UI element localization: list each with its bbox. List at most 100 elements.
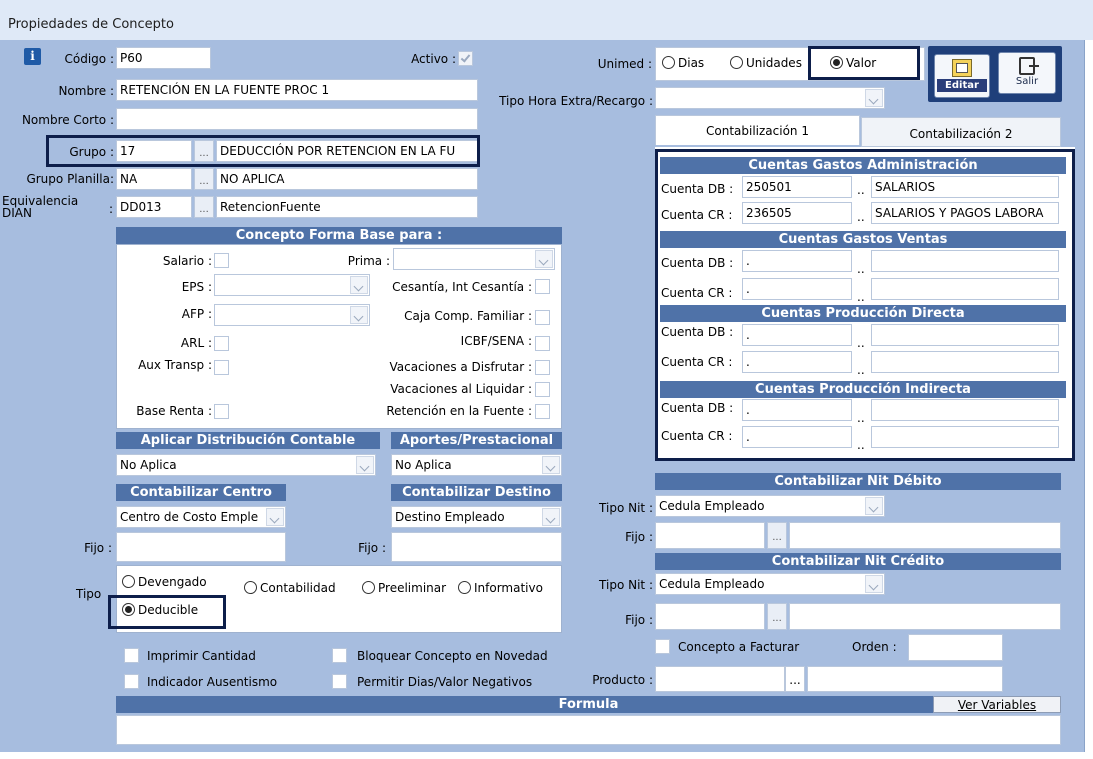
title-bar: Propiedades de Concepto [0, 0, 1093, 40]
concepto-facturar-label: Concepto a Facturar [678, 640, 800, 654]
tipo-hora-select[interactable] [655, 87, 885, 109]
nit-credito-header: Contabilizar Nit Crédito [655, 553, 1061, 570]
tipo-hora-label: Tipo Hora Extra/Recargo : [499, 94, 653, 108]
radio-icon [458, 581, 471, 594]
nombre-label: Nombre : [58, 84, 114, 98]
centro-fijo-field[interactable] [116, 532, 286, 562]
equivalencia-lookup-button[interactable]: ... [194, 196, 214, 218]
equivalencia-label-line2: DIAN [2, 206, 32, 220]
chevron-down-icon [865, 497, 883, 515]
formula-header: Formula [116, 696, 1061, 713]
vac-disfrutar-checkbox[interactable] [535, 360, 550, 375]
nit-debito-lookup-button[interactable]: ... [767, 522, 787, 549]
retencion-checkbox[interactable] [535, 404, 550, 419]
producto-label: Producto : [592, 673, 653, 687]
bottom-border [0, 752, 1093, 759]
destino-header: Contabilizar Destino [391, 484, 562, 501]
producto-code-field[interactable] [655, 666, 785, 692]
chevron-down-icon [350, 276, 368, 294]
grupo-planilla-lookup-button[interactable]: ... [194, 168, 214, 190]
tab-contabilizacion-2[interactable]: Contabilización 2 [861, 117, 1061, 147]
nit-credito-tipo-select[interactable]: Cedula Empleado [655, 573, 885, 595]
tipo-devengado-radio[interactable]: Devengado [122, 575, 207, 589]
arl-label: ARL : [180, 336, 212, 350]
nombre-field[interactable]: RETENCIÓN EN LA FUENTE PROC 1 [116, 79, 478, 101]
radio-icon [730, 56, 743, 69]
equivalencia-label: Equivalencia DIAN [2, 195, 78, 219]
bloquear-concepto-label: Bloquear Concepto en Novedad [357, 649, 548, 663]
activo-checkbox[interactable] [458, 51, 473, 66]
nit-debito-name-field [789, 522, 1061, 549]
imprimir-cantidad-checkbox[interactable] [124, 648, 139, 663]
centro-fijo-label: Fijo : [84, 541, 112, 555]
vac-liquidar-label: Vacaciones al Liquidar : [390, 382, 532, 396]
nit-debito-value: Cedula Empleado [659, 499, 765, 513]
nit-debito-fijo-field[interactable] [655, 522, 765, 549]
nit-debito-tipo-select[interactable]: Cedula Empleado [655, 495, 885, 517]
icbf-checkbox[interactable] [535, 336, 550, 351]
destino-select[interactable]: Destino Empleado [391, 506, 562, 528]
vac-liquidar-checkbox[interactable] [535, 382, 550, 397]
chevron-down-icon [542, 508, 560, 526]
nit-debito-tipo-label: Tipo Nit : [599, 501, 653, 515]
permitir-negativos-label: Permitir Dias/Valor Negativos [357, 675, 533, 689]
aportes-header: Aportes/Prestacional [391, 432, 562, 449]
ver-variables-button[interactable]: Ver Variables [933, 696, 1061, 713]
distribucion-header: Aplicar Distribución Contable [116, 432, 380, 449]
formula-field[interactable] [116, 715, 1061, 745]
unimed-dias-radio[interactable]: Dias [662, 56, 704, 70]
tipo-contabilidad-radio[interactable]: Contabilidad [244, 581, 336, 595]
tab-contabilizacion-1[interactable]: Contabilización 1 [655, 115, 860, 145]
tipo-informativo-label: Informativo [474, 581, 543, 595]
base-renta-checkbox[interactable] [214, 404, 229, 419]
destino-value: Destino Empleado [395, 510, 505, 524]
nit-credito-name-field [789, 603, 1061, 630]
nit-credito-fijo-field[interactable] [655, 603, 765, 630]
nit-credito-fijo-label: Fijo : [625, 613, 653, 627]
arl-checkbox[interactable] [214, 336, 229, 351]
afp-select[interactable] [214, 304, 370, 326]
info-icon[interactable]: i [24, 48, 41, 65]
prima-select[interactable] [393, 248, 555, 270]
aportes-select[interactable]: No Aplica [391, 454, 562, 476]
salario-checkbox[interactable] [214, 253, 229, 268]
codigo-field[interactable]: P60 [116, 47, 211, 69]
tipo-contabilidad-label: Contabilidad [260, 581, 336, 595]
eps-label: EPS : [181, 280, 212, 294]
aux-transp-checkbox[interactable] [214, 360, 229, 375]
unimed-dias-label: Dias [678, 56, 705, 70]
grupo-planilla-label: Grupo Planilla: [26, 172, 114, 186]
bloquear-concepto-checkbox[interactable] [332, 648, 347, 663]
centro-select[interactable]: Centro de Costo Emple [116, 506, 286, 528]
caja-checkbox[interactable] [535, 310, 550, 325]
tipo-informativo-radio[interactable]: Informativo [458, 581, 543, 595]
orden-field[interactable] [908, 634, 1003, 661]
nombre-corto-field[interactable] [116, 108, 478, 130]
permitir-negativos-checkbox[interactable] [332, 674, 347, 689]
tipo-preeliminar-label: Preeliminar [378, 581, 447, 595]
nit-credito-tipo-label: Tipo Nit : [599, 578, 653, 592]
concepto-facturar-checkbox[interactable] [655, 639, 670, 654]
activo-label: Activo : [411, 52, 456, 66]
tipo-preeliminar-radio[interactable]: Preeliminar [362, 581, 446, 595]
unimed-unidades-radio[interactable]: Unidades [730, 56, 804, 70]
centro-header: Contabilizar Centro [116, 484, 286, 501]
nit-credito-lookup-button[interactable]: ... [767, 603, 787, 630]
indicador-ausentismo-checkbox[interactable] [124, 674, 139, 689]
equivalencia-code-field[interactable]: DD013 [116, 196, 192, 218]
tipo-label: Tipo [76, 587, 102, 601]
forma-base-header: Concepto Forma Base para : [116, 227, 562, 244]
salir-button[interactable]: Salir [998, 52, 1056, 94]
cesantia-checkbox[interactable] [535, 279, 550, 294]
producto-lookup-button[interactable]: ... [785, 666, 805, 692]
grupo-planilla-code-field[interactable]: NA [116, 168, 192, 190]
highlight-grupo [46, 135, 480, 167]
distribucion-select[interactable]: No Aplica [116, 454, 376, 476]
editar-button[interactable]: Editar [934, 54, 990, 98]
producto-name-field [807, 666, 1003, 692]
exit-icon [1019, 57, 1039, 75]
destino-fijo-field[interactable] [391, 532, 562, 562]
highlight-cuentas [655, 149, 1075, 461]
chevron-down-icon [542, 456, 560, 474]
eps-select[interactable] [214, 274, 370, 296]
